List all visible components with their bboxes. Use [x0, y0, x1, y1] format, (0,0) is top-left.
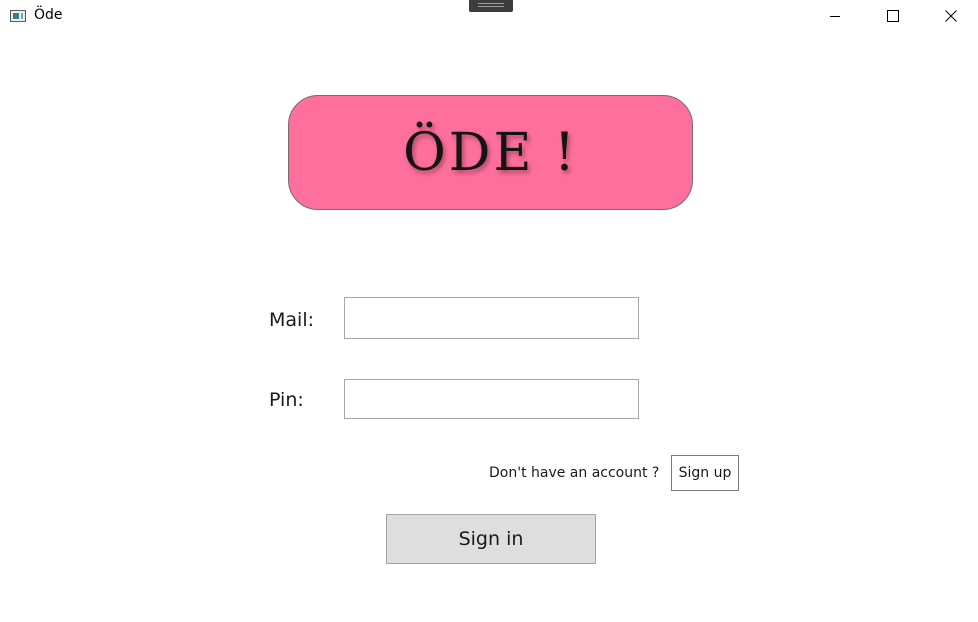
title-bar-grip-icon[interactable]	[469, 0, 513, 12]
maximize-button[interactable]	[870, 0, 916, 32]
pin-label: Pin:	[269, 389, 304, 411]
title-bar[interactable]: Öde	[0, 0, 978, 32]
close-button[interactable]	[928, 0, 974, 32]
login-window: Öde ÖDE ! Mail: Pin: Don't have an accou…	[0, 0, 978, 622]
app-icon	[10, 10, 26, 22]
sign-in-label: Sign in	[458, 528, 524, 550]
sign-in-button[interactable]: Sign in	[386, 514, 596, 564]
no-account-prompt: Don't have an account ?	[489, 465, 660, 481]
window-title: Öde	[34, 7, 63, 23]
app-logo-text: ÖDE !	[403, 122, 578, 183]
minimize-button[interactable]	[812, 0, 858, 32]
mail-input[interactable]	[344, 297, 639, 339]
app-logo-banner: ÖDE !	[288, 95, 693, 210]
minimize-icon	[830, 16, 840, 17]
maximize-icon	[887, 10, 899, 22]
sign-up-label: Sign up	[678, 465, 732, 481]
pin-input[interactable]	[344, 379, 639, 419]
close-icon	[945, 10, 957, 22]
sign-up-button[interactable]: Sign up	[671, 455, 739, 491]
mail-label: Mail:	[269, 309, 314, 331]
